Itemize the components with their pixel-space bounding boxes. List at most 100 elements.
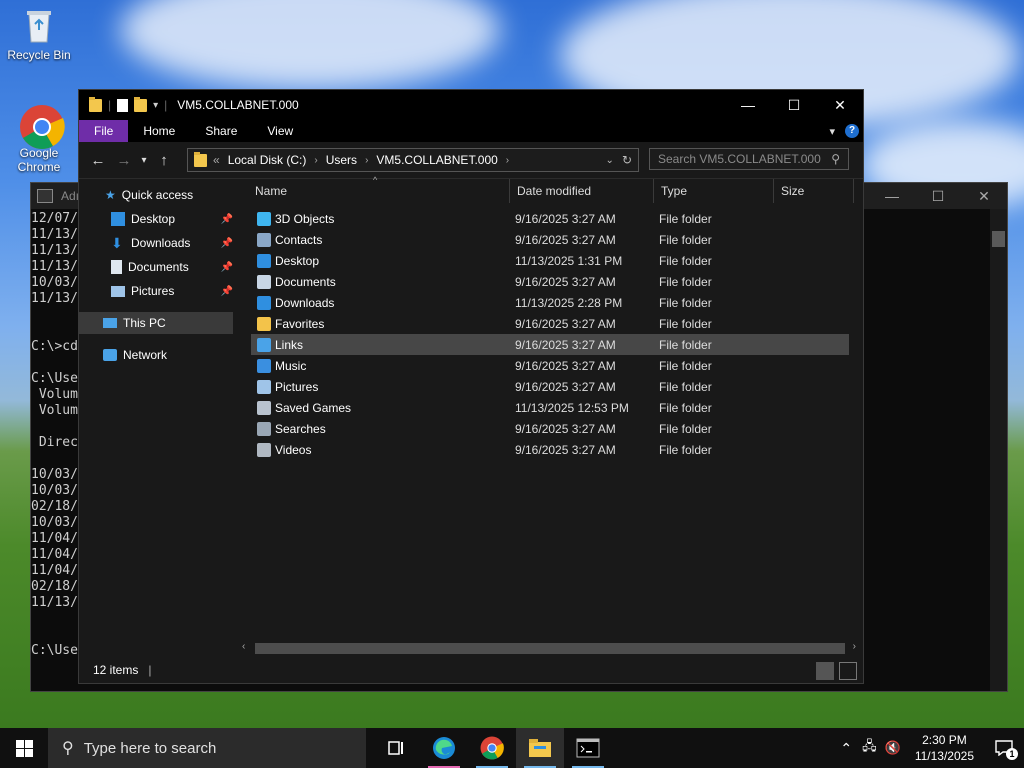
address-folder-icon — [194, 151, 207, 167]
nav-documents[interactable]: Documents 📌 — [111, 256, 233, 278]
refresh-icon[interactable]: ↻ — [622, 153, 632, 167]
large-icons-view-icon[interactable] — [839, 662, 857, 680]
maximize-button[interactable]: ☐ — [771, 90, 817, 120]
cmd-close-button[interactable]: ✕ — [961, 188, 1007, 205]
file-name: Desktop — [275, 253, 320, 268]
search-box[interactable]: Search VM5.COLLABNET.000 ⚲ — [649, 148, 849, 170]
status-bar: 12 items | — [79, 657, 863, 683]
star-icon: ★ — [105, 188, 116, 202]
scroll-thumb[interactable] — [255, 643, 845, 654]
file-row[interactable]: Documents 9/16/2025 3:27 AM File folder — [251, 271, 849, 292]
chrome-taskbar-icon[interactable] — [468, 728, 516, 768]
column-header-size[interactable]: Size — [781, 179, 804, 203]
nav-network[interactable]: Network — [103, 344, 167, 366]
edge-taskbar-icon[interactable] — [420, 728, 468, 768]
start-button[interactable] — [0, 728, 48, 768]
file-row[interactable]: Links 9/16/2025 3:27 AM File folder — [251, 334, 849, 355]
file-row[interactable]: Pictures 9/16/2025 3:27 AM File folder — [251, 376, 849, 397]
cmd-scroll-thumb[interactable] — [992, 231, 1005, 247]
expand-ribbon-icon[interactable]: ▾ — [829, 125, 835, 138]
file-name: Saved Games — [275, 400, 352, 415]
file-row[interactable]: Contacts 9/16/2025 3:27 AM File folder — [251, 229, 849, 250]
address-bar[interactable]: « Local Disk (C:) › Users › VM5.COLLABNE… — [187, 148, 639, 172]
file-date-modified: 9/16/2025 3:27 AM — [515, 316, 616, 331]
forward-arrow-icon[interactable]: → — [111, 152, 137, 169]
window-title: VM5.COLLABNET.000 — [177, 98, 299, 112]
nav-desktop[interactable]: Desktop 📌 — [111, 208, 233, 230]
cmd-maximize-button[interactable]: ☐ — [915, 188, 961, 205]
file-row[interactable]: Saved Games 11/13/2025 12:53 PM File folde… — [251, 397, 849, 418]
folder-icon — [257, 442, 271, 457]
search-icon: ⚲ — [62, 740, 74, 757]
nav-pictures-label: Pictures — [131, 284, 175, 298]
cmd-title: Adı — [61, 189, 80, 203]
folder-icon — [257, 232, 271, 247]
command-prompt-taskbar-icon[interactable] — [564, 728, 612, 768]
address-dropdown-icon[interactable]: ⌄ — [606, 155, 614, 166]
scroll-right-icon[interactable]: › — [853, 641, 856, 652]
file-row[interactable]: Searches 9/16/2025 3:27 AM File folder — [251, 418, 849, 439]
file-name: Downloads — [275, 295, 335, 310]
cmd-minimize-button[interactable]: — — [869, 188, 915, 205]
column-header-name[interactable]: Name — [255, 179, 287, 203]
file-type: File folder — [659, 442, 712, 457]
desktop-folder-icon — [111, 212, 125, 226]
horizontal-scrollbar[interactable]: ‹ › — [239, 640, 859, 657]
scroll-left-icon[interactable]: ‹ — [242, 641, 245, 652]
google-chrome-shortcut[interactable]: Google Chrome — [4, 104, 74, 174]
recycle-bin-shortcut[interactable]: Recycle Bin — [4, 6, 74, 62]
task-view-icon[interactable] — [372, 728, 420, 768]
file-row[interactable]: Downloads 11/13/2025 2:28 PM File folder — [251, 292, 849, 313]
tab-share[interactable]: Share — [190, 120, 252, 142]
volume-muted-icon[interactable]: 🔇 — [881, 740, 905, 756]
breadcrumb-local-disk[interactable]: Local Disk (C:) — [228, 153, 307, 167]
file-row[interactable]: Favorites 9/16/2025 3:27 AM File folder — [251, 313, 849, 334]
tab-view[interactable]: View — [252, 120, 308, 142]
minimize-button[interactable]: — — [725, 90, 771, 120]
taskbar: ⚲ Type here to search ⌃ 🖧 🔇 2:30 PM 11/1… — [0, 728, 1024, 768]
file-row[interactable]: Desktop 11/13/2025 1:31 PM File folder — [251, 250, 849, 271]
explorer-titlebar[interactable]: | ▾ | VM5.COLLABNET.000 — ☐ ✕ — [79, 90, 863, 120]
nav-downloads-label: Downloads — [131, 236, 191, 250]
file-name: 3D Objects — [275, 211, 335, 226]
taskbar-search-box[interactable]: ⚲ Type here to search — [48, 728, 366, 768]
back-arrow-icon[interactable]: ← — [85, 152, 111, 169]
file-explorer-window[interactable]: | ▾ | VM5.COLLABNET.000 — ☐ ✕ File Home … — [78, 89, 864, 684]
network-status-icon[interactable]: 🖧 — [858, 737, 881, 759]
new-folder-icon[interactable] — [134, 96, 148, 112]
breadcrumb-current[interactable]: VM5.COLLABNET.000 — [376, 153, 497, 167]
tab-file[interactable]: File — [79, 120, 129, 142]
file-row[interactable]: Videos 9/16/2025 3:27 AM File folder — [251, 439, 849, 460]
breadcrumb-users[interactable]: Users — [326, 153, 357, 167]
breadcrumb-chevron-icon[interactable]: › — [506, 155, 509, 166]
file-row[interactable]: Music 9/16/2025 3:27 AM File folder — [251, 355, 849, 376]
properties-icon[interactable] — [117, 98, 129, 112]
up-arrow-icon[interactable]: ↑ — [151, 152, 177, 169]
action-center-icon[interactable]: 1 — [984, 728, 1024, 768]
nav-quick-access[interactable]: ★ Quick access — [105, 184, 193, 206]
nav-this-pc[interactable]: This PC — [79, 312, 233, 334]
file-explorer-taskbar-icon[interactable] — [516, 728, 564, 768]
nav-pictures[interactable]: Pictures 📌 — [111, 280, 233, 302]
file-date-modified: 9/16/2025 3:27 AM — [515, 379, 616, 394]
column-header-type[interactable]: Type — [661, 179, 687, 203]
nav-downloads[interactable]: ⬇ Downloads 📌 — [111, 232, 233, 254]
recent-locations-icon[interactable]: ▾ — [137, 155, 151, 166]
address-overflow[interactable]: « — [213, 153, 220, 167]
folder-icon — [257, 211, 271, 226]
breadcrumb-chevron-icon[interactable]: › — [314, 155, 317, 166]
breadcrumb-chevron-icon[interactable]: › — [365, 155, 368, 166]
tab-home[interactable]: Home — [128, 120, 190, 142]
show-hidden-icons-chevron-icon[interactable]: ⌃ — [834, 740, 858, 757]
recycle-bin-icon — [19, 6, 59, 46]
details-view-icon[interactable] — [816, 662, 834, 680]
column-header-date[interactable]: Date modified — [517, 179, 591, 203]
folder-icon — [89, 96, 102, 112]
file-row[interactable]: 3D Objects 9/16/2025 3:27 AM File folder — [251, 208, 849, 229]
clock[interactable]: 2:30 PM 11/13/2025 — [905, 732, 984, 764]
folder-icon — [257, 274, 271, 289]
help-icon[interactable]: ? — [845, 124, 859, 138]
cmd-scrollbar[interactable] — [990, 209, 1007, 691]
customize-toolbar-icon[interactable]: ▾ — [153, 100, 158, 111]
close-button[interactable]: ✕ — [817, 90, 863, 120]
